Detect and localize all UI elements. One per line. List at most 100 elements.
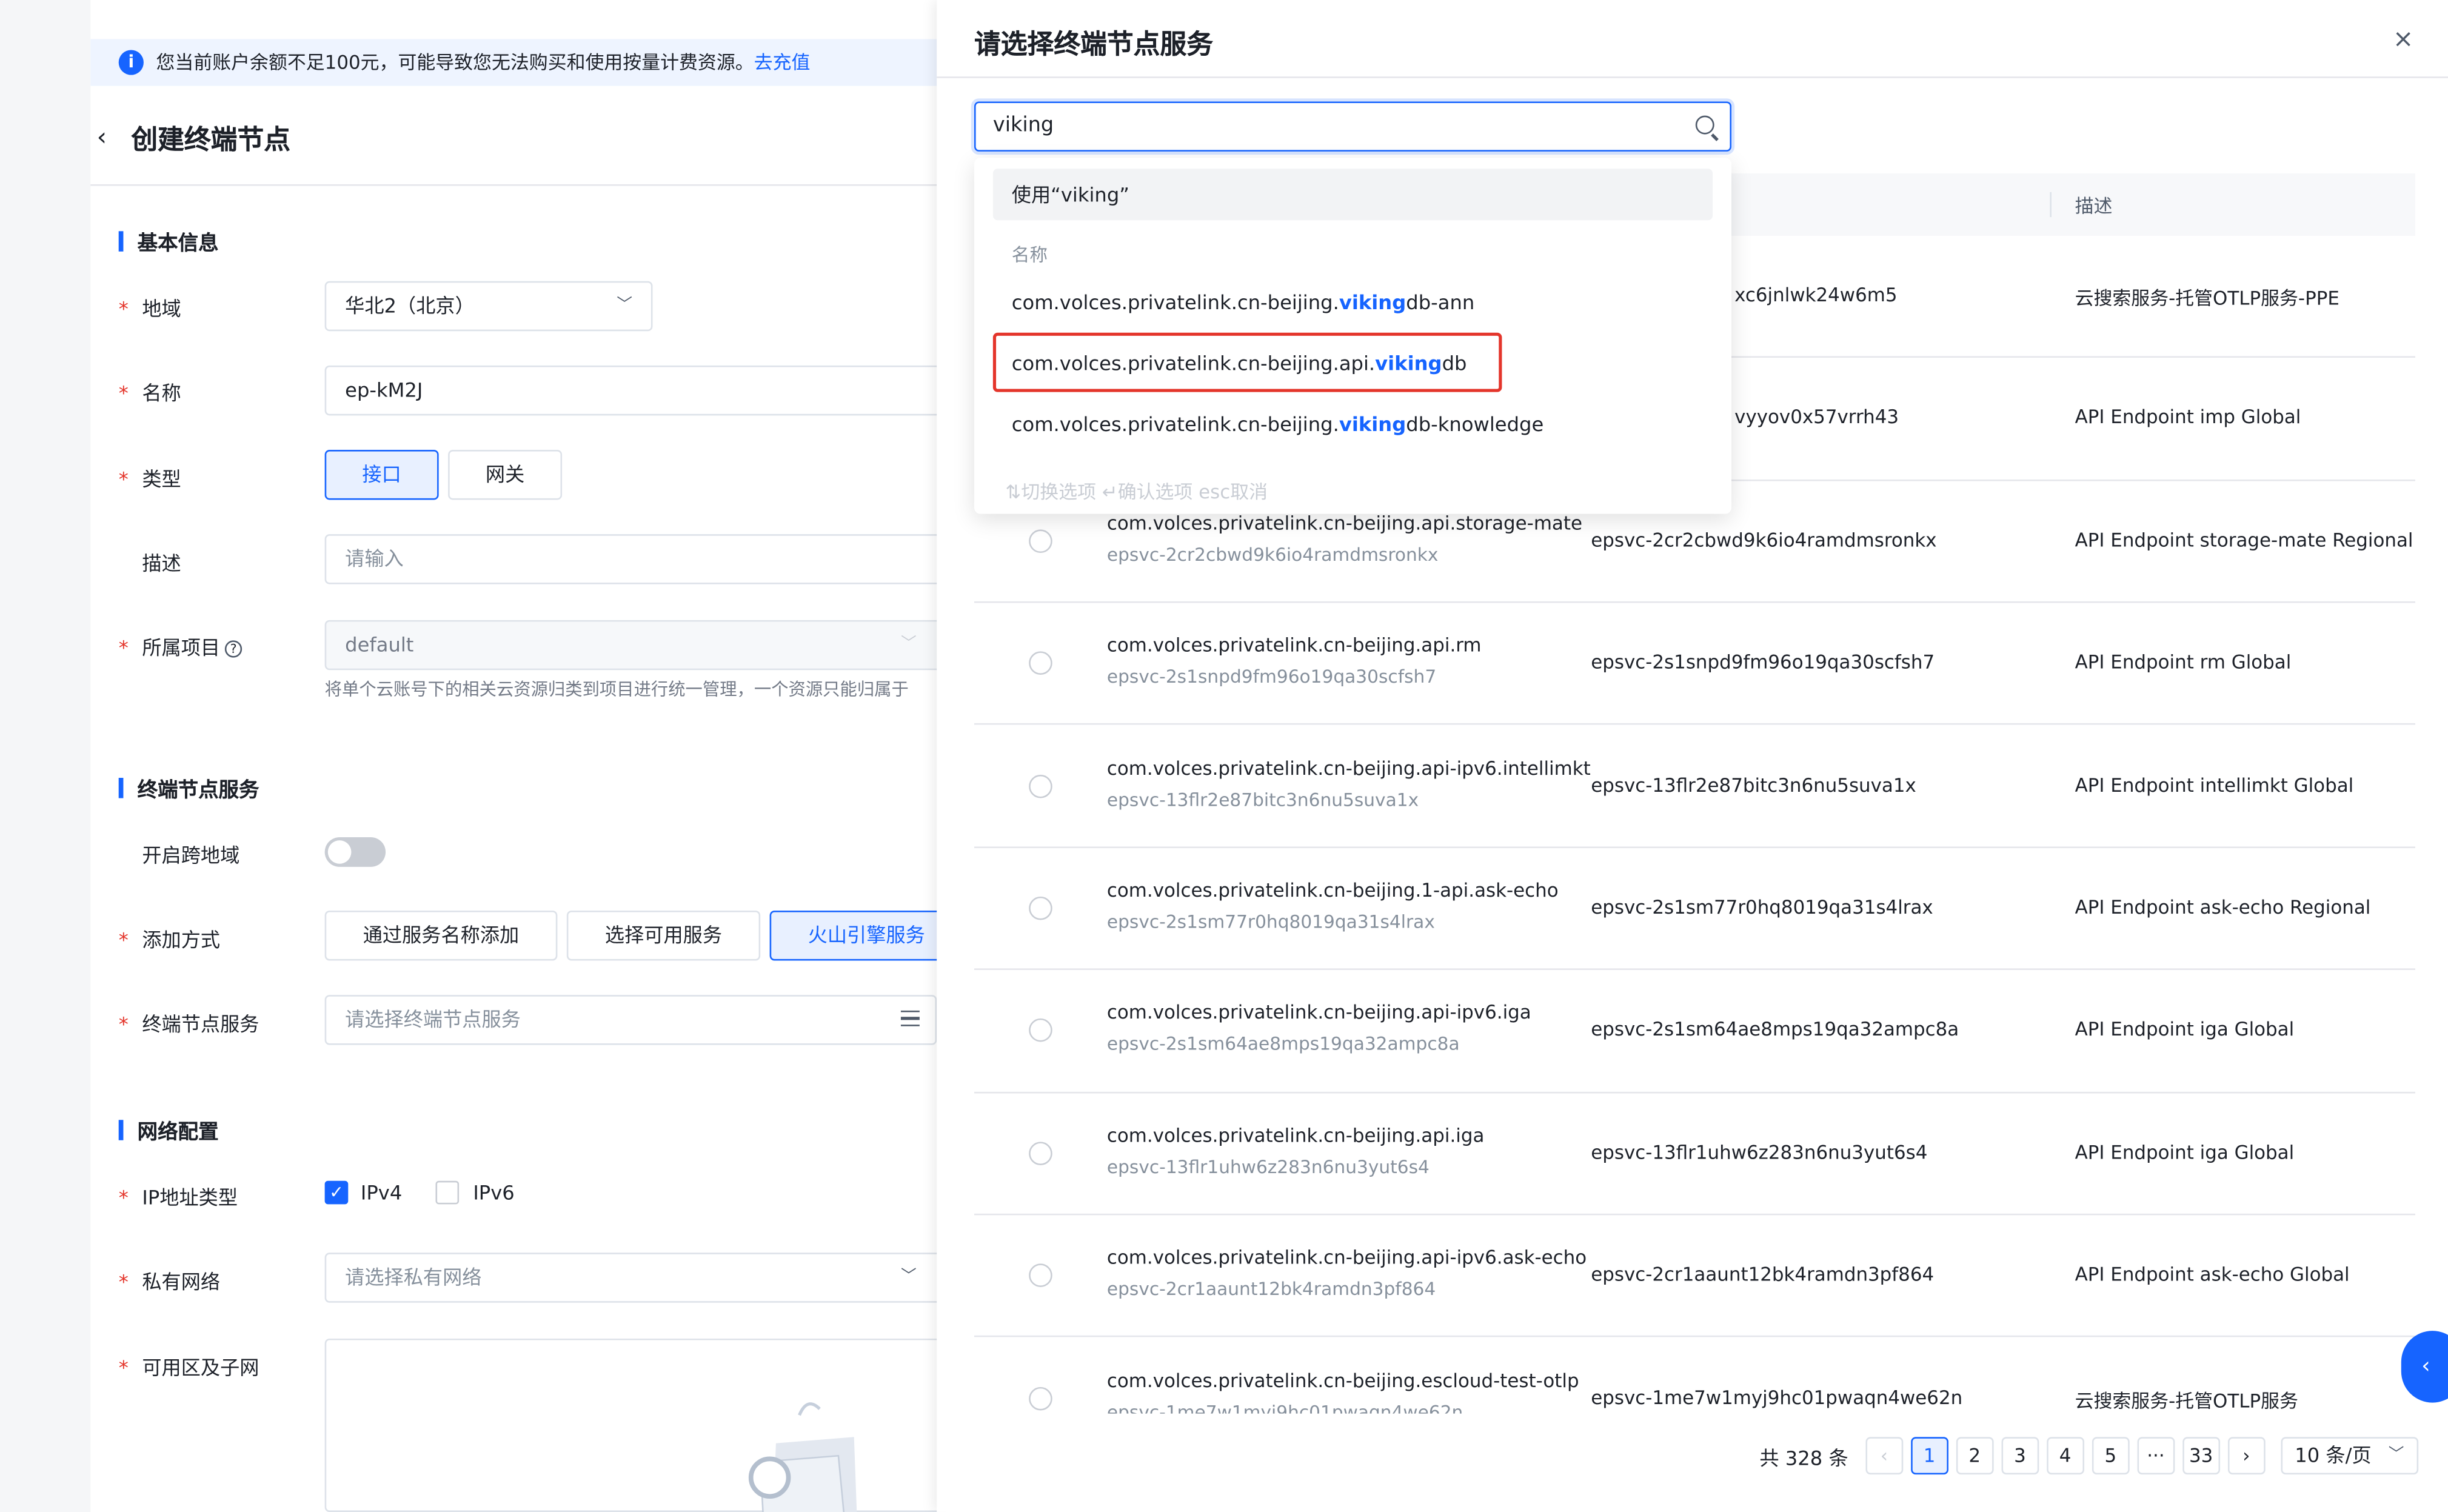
service-description: API Endpoint imp Global	[2075, 406, 2301, 429]
row-radio[interactable]	[1029, 1141, 1052, 1165]
service-name: com.volces.privatelink.cn-beijing.1-api.…	[1106, 879, 1559, 902]
service-description: 云搜索服务-托管OTLP服务-PPE	[2075, 287, 2339, 310]
type-gateway-button[interactable]: 网关	[448, 450, 563, 500]
service-picker-input[interactable]: 请选择终端节点服务	[324, 995, 937, 1045]
volc-engine-service-button[interactable]: 火山引擎服务	[769, 911, 963, 961]
service-id: epsvc-2cr1aaunt12bk4ramdn3pf864	[1591, 1263, 1935, 1286]
row-radio[interactable]	[1029, 774, 1052, 798]
description-label: 描述	[142, 551, 181, 575]
service-name: com.volces.privatelink.cn-beijing.api-ip…	[1106, 757, 1591, 779]
service-name: com.volces.privatelink.cn-beijing.api.ig…	[1106, 1124, 1485, 1146]
drawer-header: 请选择终端节点服务 ×	[937, 0, 2448, 78]
page-button[interactable]: 3	[2001, 1437, 2039, 1475]
page-header: ‹ 创建终端节点	[97, 116, 290, 156]
use-keyword-option[interactable]: 使用“viking”	[992, 169, 1713, 221]
ip-type-label: * IP地址类型	[118, 1185, 238, 1209]
row-radio[interactable]	[1029, 1263, 1052, 1288]
page-button[interactable]: 2	[1956, 1437, 1994, 1475]
row-radio[interactable]	[1029, 1386, 1052, 1410]
project-select[interactable]: default ﹀	[324, 620, 949, 671]
service-id-sub: epsvc-2cr1aaunt12bk4ramdn3pf864	[1106, 1277, 1436, 1300]
service-id: vyyov0x57vrrh43	[1734, 406, 1899, 429]
service-select-drawer: 请选择终端节点服务 × viking 描述 xc6jnlwk24w6m5 云搜索服…	[937, 0, 2448, 1512]
service-name: com.volces.privatelink.cn-beijing.api.rm	[1106, 634, 1482, 657]
service-id: xc6jnlwk24w6m5	[1734, 284, 1898, 306]
suggestion-group-label: 名称	[1011, 243, 1048, 266]
vpc-select[interactable]: 请选择私有网络 ﹀	[324, 1253, 949, 1303]
cross-region-toggle[interactable]	[324, 837, 386, 867]
suggestion-item[interactable]: com.volces.privatelink.cn-beijing.viking…	[1012, 412, 1543, 436]
service-id-sub: epsvc-2s1sm64ae8mps19qa32ampc8a	[1106, 1033, 1460, 1055]
service-name: com.volces.privatelink.cn-beijing.api-ip…	[1106, 1246, 1587, 1269]
name-input[interactable]: ep-kM2J	[324, 365, 949, 416]
row-radio[interactable]	[1029, 1019, 1052, 1043]
vpc-label: * 私有网络	[118, 1269, 221, 1294]
table-row[interactable]: com.volces.privatelink.cn-beijing.api-ip…	[974, 971, 2415, 1093]
service-id-sub: epsvc-2cr2cbwd9k6io4ramdmsronkx	[1106, 543, 1439, 566]
table-row[interactable]: com.volces.privatelink.cn-beijing.api.ig…	[974, 1093, 2415, 1216]
suggestion-item[interactable]: com.volces.privatelink.cn-beijing.viking…	[1012, 290, 1475, 314]
service-id-sub: epsvc-13flr1uhw6z283n6nu3yut6s4	[1106, 1156, 1430, 1178]
service-id: epsvc-2s1sm77r0hq8019qa31s4lrax	[1591, 896, 1933, 918]
collapse-tab-icon[interactable]: ‹	[2401, 1331, 2448, 1403]
page-button[interactable]: 1	[1910, 1437, 1948, 1475]
zone-subnet-panel	[324, 1338, 949, 1512]
section-network: 网络配置	[119, 1116, 219, 1145]
service-description: API Endpoint ask-echo Global	[2075, 1263, 2350, 1286]
next-page-button[interactable]: ›	[2227, 1437, 2266, 1475]
service-name: com.volces.privatelink.cn-beijing.esclou…	[1106, 1369, 1579, 1391]
ipv4-checkbox[interactable]: ✓	[324, 1180, 349, 1205]
empty-folder-icon	[748, 1402, 857, 1512]
section-basic-info: 基本信息	[119, 227, 219, 256]
page-size-select[interactable]: 10 条/页 ﹀	[2281, 1437, 2418, 1475]
search-icon[interactable]	[1695, 115, 1714, 135]
table-row[interactable]: com.volces.privatelink.cn-beijing.api.rm…	[974, 603, 2415, 726]
row-radio[interactable]	[1029, 651, 1052, 675]
page-button[interactable]: 33	[2182, 1437, 2220, 1475]
keyboard-hints: ⇅切换选项 ↵确认选项 esc取消	[1005, 481, 1268, 503]
ipv4-label: IPv4	[360, 1180, 403, 1205]
table-row[interactable]: com.volces.privatelink.cn-beijing.1-api.…	[974, 848, 2415, 971]
back-arrow-icon[interactable]: ‹	[97, 121, 125, 151]
suggestion-item-selected[interactable]: com.volces.privatelink.cn-beijing.api.vi…	[1012, 352, 1467, 375]
close-icon[interactable]: ×	[2393, 24, 2414, 53]
service-label: * 终端节点服务	[118, 1012, 259, 1036]
page-button[interactable]: 4	[2046, 1437, 2084, 1475]
prev-page-button[interactable]: ‹	[1865, 1437, 1903, 1475]
service-search-input[interactable]: viking	[974, 101, 1732, 152]
table-row[interactable]: com.volces.privatelink.cn-beijing.esclou…	[974, 1338, 2415, 1414]
project-hint: 将单个云账号下的相关云资源归类到项目进行统一管理，一个资源只能归属于	[324, 679, 909, 700]
service-id-sub: epsvc-2s1snpd9fm96o19qa30scfsh7	[1106, 666, 1437, 688]
page-button[interactable]: 5	[2092, 1437, 2130, 1475]
region-select[interactable]: 华北2（北京） ﹀	[324, 281, 653, 332]
add-by-name-button[interactable]: 通过服务名称添加	[324, 911, 558, 961]
type-interface-button[interactable]: 接口	[324, 450, 439, 500]
service-id: epsvc-2cr2cbwd9k6io4ramdmsronkx	[1591, 529, 1937, 551]
table-row[interactable]: com.volces.privatelink.cn-beijing.api-ip…	[974, 1216, 2415, 1338]
service-description: API Endpoint storage-mate Regional	[2075, 529, 2413, 551]
project-label: * 所属项目?	[119, 631, 242, 661]
row-radio[interactable]	[1029, 529, 1052, 553]
ipv6-checkbox[interactable]	[435, 1180, 460, 1205]
header-divider	[90, 184, 937, 186]
ipv6-label: IPv6	[473, 1180, 515, 1205]
select-available-button[interactable]: 选择可用服务	[566, 911, 761, 961]
service-description: API Endpoint iga Global	[2075, 1019, 2295, 1041]
recharge-link[interactable]: 去充值	[754, 52, 811, 73]
service-id-sub: epsvc-1me7w1myj9hc01pwaqn4we62n	[1106, 1400, 1463, 1414]
column-divider	[2050, 192, 2052, 218]
service-description: API Endpoint rm Global	[2075, 651, 2292, 674]
help-icon[interactable]: ?	[224, 640, 242, 658]
chevron-down-icon: ﹀	[900, 635, 917, 653]
page-title: 创建终端节点	[131, 124, 291, 156]
description-input[interactable]: 请输入	[324, 534, 949, 584]
service-name: com.volces.privatelink.cn-beijing.api.st…	[1106, 512, 1583, 534]
create-endpoint-form: i 您当前账户余额不足100元，可能导致您无法购买和使用按量计费资源。去充值 ‹…	[90, 0, 963, 1512]
page-ellipsis[interactable]: ···	[2137, 1437, 2175, 1475]
service-id: epsvc-2s1snpd9fm96o19qa30scfsh7	[1591, 651, 1935, 674]
row-radio[interactable]	[1029, 896, 1052, 920]
service-id: epsvc-13flr1uhw6z283n6nu3yut6s4	[1591, 1141, 1928, 1163]
zone-subnet-label: * 可用区及子网	[118, 1356, 259, 1379]
table-row[interactable]: com.volces.privatelink.cn-beijing.api-ip…	[974, 726, 2415, 848]
region-label: * 地域	[118, 296, 181, 321]
